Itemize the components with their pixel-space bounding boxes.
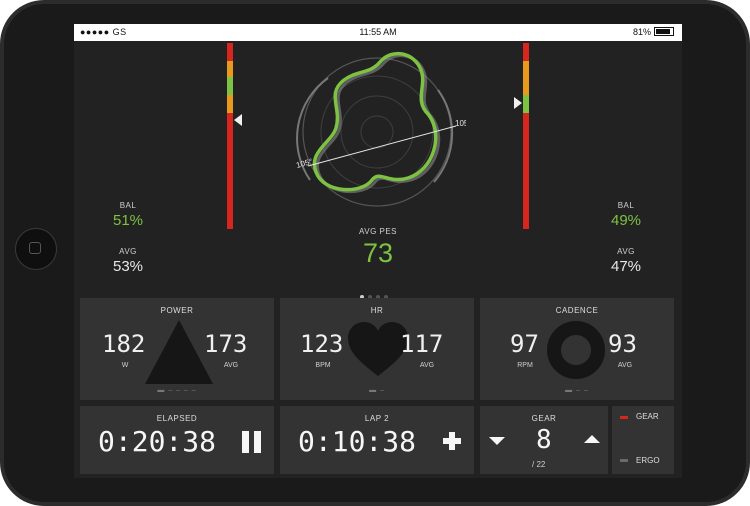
gear-panel: GEAR 8 / 22 bbox=[480, 406, 608, 474]
left-bal-label: BAL bbox=[119, 201, 137, 210]
left-avg-value: 53% bbox=[112, 258, 144, 275]
home-button[interactable] bbox=[15, 228, 57, 270]
left-balance-marker bbox=[234, 114, 242, 126]
power-avg-unit: AVG bbox=[223, 362, 239, 369]
ergo-mode-indicator bbox=[620, 459, 628, 462]
right-avg-value: 47% bbox=[610, 258, 642, 275]
left-balance-stat: BAL 51% bbox=[88, 201, 168, 229]
battery-icon bbox=[654, 27, 674, 36]
right-balance-bar bbox=[523, 43, 529, 229]
plus-icon[interactable] bbox=[443, 432, 461, 450]
left-bal-value: 51% bbox=[112, 212, 144, 229]
cadence-avg-value: 93 bbox=[608, 330, 637, 358]
triangle-icon bbox=[145, 320, 213, 384]
right-balance-marker bbox=[514, 97, 522, 109]
status-bar: ●●●●● GS 11:55 AM 81% bbox=[74, 24, 682, 41]
hr-unit: BPM bbox=[315, 362, 331, 369]
lap-panel: LAP 2 0:10:38 bbox=[280, 406, 474, 474]
battery-percent: 81% bbox=[632, 27, 651, 37]
polar-angle-right: 105° bbox=[455, 119, 466, 128]
hr-page-dashes: ▬ ‒ bbox=[369, 387, 385, 394]
right-balance-stat: BAL 49% bbox=[586, 201, 666, 229]
ipad-frame: ●●●●● GS 11:55 AM 81% 105° 10 BAL 51% AV… bbox=[0, 0, 750, 506]
lap-time: 0:10:38 bbox=[298, 425, 417, 458]
app-screen: ●●●●● GS 11:55 AM 81% 105° 10 BAL 51% AV… bbox=[74, 24, 682, 478]
heart-icon bbox=[348, 322, 408, 376]
cadence-value: 97 bbox=[510, 330, 539, 358]
power-title: POWER bbox=[160, 306, 194, 315]
gear-title: GEAR bbox=[531, 414, 557, 423]
home-button-icon bbox=[29, 242, 41, 254]
power-unit: W bbox=[121, 362, 129, 369]
power-panel[interactable]: POWER 182 W 173 AVG ▬ ‒ ‒ ‒ ‒ bbox=[80, 298, 274, 400]
gear-mode-indicator bbox=[620, 416, 628, 419]
avg-pes-value: 73 bbox=[362, 238, 394, 268]
gear-value: 8 bbox=[536, 425, 552, 455]
right-bal-label: BAL bbox=[617, 201, 635, 210]
cadence-page-dashes: ▬ ‒ ‒ bbox=[565, 387, 589, 394]
power-value: 182 bbox=[102, 330, 146, 358]
left-avg-label: AVG bbox=[119, 247, 137, 256]
right-bal-value: 49% bbox=[610, 212, 642, 229]
polar-pedal-plot: 105° 105° bbox=[295, 51, 466, 207]
gear-mode-label[interactable]: GEAR bbox=[636, 412, 659, 421]
polar-angle-left: 105° bbox=[295, 157, 313, 170]
hr-avg-value: 117 bbox=[400, 330, 444, 358]
elapsed-panel: ELAPSED 0:20:38 bbox=[80, 406, 274, 474]
lap-title: LAP 2 bbox=[364, 414, 390, 423]
hr-value: 123 bbox=[300, 330, 344, 358]
cadence-unit: RPM bbox=[517, 362, 533, 369]
ring-icon bbox=[547, 321, 605, 379]
chevron-up-icon[interactable] bbox=[584, 435, 600, 443]
chevron-down-icon[interactable] bbox=[489, 437, 505, 445]
power-avg-value: 173 bbox=[204, 330, 248, 358]
mode-panel[interactable]: GEAR ERGO bbox=[612, 406, 674, 474]
hr-avg-unit: AVG bbox=[419, 362, 435, 369]
cadence-panel[interactable]: CADENCE 97 RPM 93 AVG ▬ ‒ ‒ bbox=[480, 298, 674, 400]
hr-panel[interactable]: HR 123 BPM 117 AVG ▬ ‒ bbox=[280, 298, 474, 400]
clock: 11:55 AM bbox=[359, 27, 397, 37]
left-avg-stat: AVG 53% bbox=[88, 247, 168, 275]
left-balance-bar bbox=[227, 43, 233, 229]
cadence-avg-unit: AVG bbox=[617, 362, 633, 369]
right-avg-stat: AVG 47% bbox=[586, 247, 666, 275]
avg-pes: AVG PES 73 bbox=[328, 227, 428, 269]
pause-icon[interactable] bbox=[241, 431, 263, 453]
cadence-title: CADENCE bbox=[555, 306, 599, 315]
battery-status: 81% bbox=[633, 27, 674, 37]
right-avg-label: AVG bbox=[617, 247, 635, 256]
avg-pes-label: AVG PES bbox=[358, 227, 398, 236]
elapsed-time: 0:20:38 bbox=[98, 425, 217, 458]
elapsed-title: ELAPSED bbox=[156, 414, 198, 423]
hr-title: HR bbox=[370, 306, 384, 315]
gear-total: / 22 bbox=[532, 460, 546, 469]
power-page-dashes: ▬ ‒ ‒ ‒ ‒ bbox=[157, 387, 197, 394]
ergo-mode-label[interactable]: ERGO bbox=[636, 456, 660, 465]
